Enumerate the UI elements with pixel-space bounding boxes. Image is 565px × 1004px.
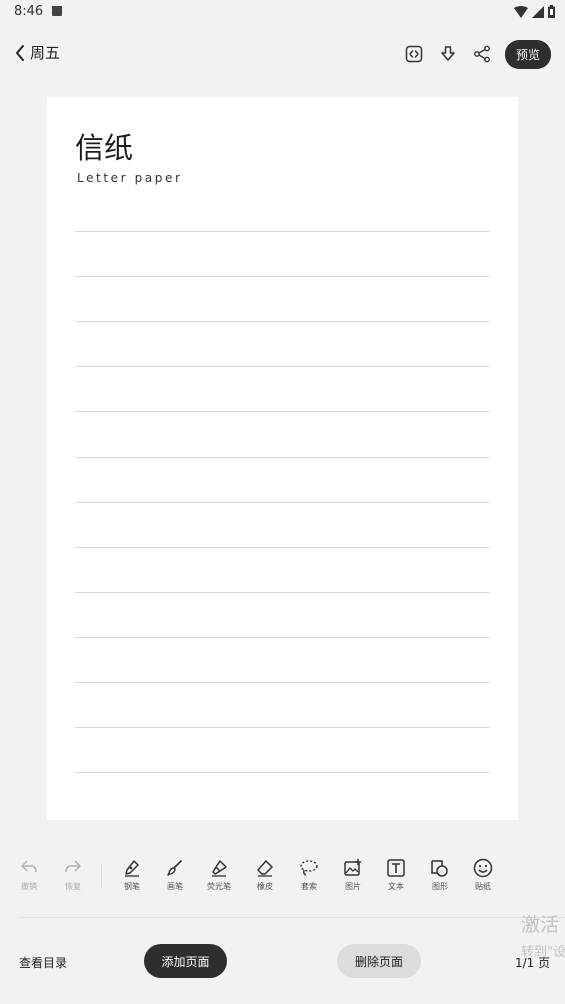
tool-label: 撤销 (21, 882, 37, 891)
tool-eraser[interactable]: 橡皮 (243, 855, 287, 892)
bottom-separator (18, 917, 565, 918)
wifi-icon (514, 5, 528, 18)
battery-icon (548, 5, 555, 18)
download-button[interactable] (431, 39, 465, 69)
letter-paper-page[interactable]: 信纸 Letter paper (47, 97, 518, 820)
ruled-line (75, 546, 490, 548)
status-bar: 8:46 (0, 0, 565, 24)
tool-label: 套索 (301, 882, 317, 891)
tool-highlighter[interactable]: 荧光笔 (197, 855, 241, 892)
lasso-icon (300, 860, 318, 876)
code-icon (405, 45, 423, 63)
tool-undo[interactable]: 撤销 (7, 855, 51, 892)
ruled-line (75, 772, 490, 774)
share-button[interactable] (465, 39, 499, 69)
tool-image-add[interactable]: 图片 (331, 855, 375, 892)
top-actions: 预览 (397, 39, 551, 69)
ruled-line (75, 727, 490, 729)
tool-brush[interactable]: 画笔 (153, 855, 197, 892)
brush-icon (167, 860, 182, 876)
eraser-icon (257, 860, 273, 877)
back-button[interactable]: 周五 (14, 42, 60, 63)
tool-lasso[interactable]: 套索 (287, 855, 331, 892)
shapes-icon (431, 860, 448, 877)
ruled-line (75, 456, 490, 458)
tool-shapes[interactable]: 图形 (418, 855, 462, 892)
watermark-line1: 激活 (521, 914, 560, 936)
undo-icon (21, 860, 37, 873)
sticker-icon (473, 858, 493, 878)
paper-subtitle: Letter paper (77, 171, 183, 185)
ruled-line (75, 231, 490, 232)
tool-label: 橡皮 (257, 882, 273, 891)
tool-pen[interactable]: 钢笔 (110, 855, 154, 892)
top-bar: 周五 预览 (0, 34, 565, 74)
ruled-line (75, 321, 490, 323)
ruled-line (75, 636, 490, 638)
ruled-line (75, 411, 490, 413)
tool-label: 钢笔 (124, 882, 140, 891)
delete-page-button[interactable]: 删除页面 (337, 944, 421, 978)
tool-label: 图形 (432, 882, 448, 891)
share-icon (474, 45, 490, 63)
download-icon (441, 46, 455, 61)
pen-icon (125, 860, 139, 877)
preview-button[interactable]: 预览 (504, 39, 551, 69)
image-add-icon (344, 859, 361, 876)
tool-sticker[interactable]: 贴纸 (461, 855, 505, 892)
activation-watermark: 激活 转到"设 (521, 910, 565, 960)
notification-icon (52, 6, 62, 16)
code-view-button[interactable] (397, 39, 431, 69)
status-time: 8:46 (14, 4, 44, 19)
ruled-line (75, 501, 490, 503)
signal-icon (532, 5, 544, 18)
note-title: 周五 (30, 44, 61, 62)
chevron-left-icon (16, 44, 24, 61)
tool-label: 贴纸 (475, 882, 491, 891)
ruled-line (75, 591, 490, 593)
status-icons (514, 5, 555, 18)
drawing-toolbar: 撤销 恢复 钢笔 画笔 荧光笔 橡皮 套索 图片 文本 图形 贴纸 (0, 855, 565, 900)
watermark-line2: 转到"设 (521, 945, 565, 960)
redo-icon (65, 860, 81, 873)
tool-label: 画笔 (167, 882, 183, 891)
ruled-line (75, 366, 490, 368)
tool-label: 图片 (345, 882, 361, 891)
tool-label: 恢复 (65, 882, 81, 891)
add-page-button[interactable]: 添加页面 (144, 944, 227, 978)
tool-label: 荧光笔 (207, 882, 231, 891)
highlighter-icon (212, 860, 227, 877)
ruled-line (75, 682, 490, 683)
view-catalog-button[interactable]: 查看目录 (19, 954, 67, 971)
tool-label: 文本 (388, 882, 404, 891)
toolbar-divider (101, 863, 102, 889)
tool-text-box[interactable]: 文本 (374, 855, 418, 892)
tool-redo[interactable]: 恢复 (51, 855, 95, 892)
text-box-icon (387, 859, 405, 877)
ruled-line (75, 276, 490, 278)
paper-title: 信纸 (75, 131, 134, 165)
